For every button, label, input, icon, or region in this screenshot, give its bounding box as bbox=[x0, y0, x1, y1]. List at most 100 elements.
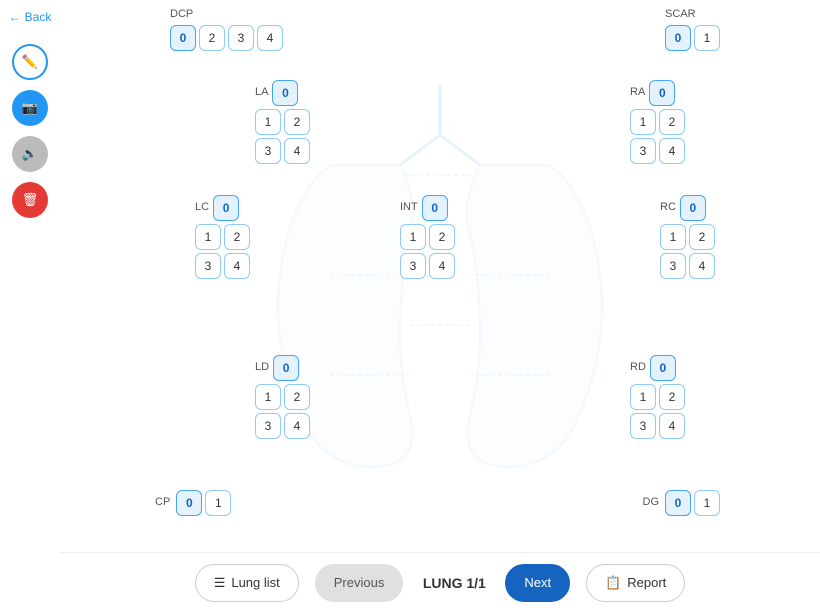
dg-label: DG bbox=[643, 496, 660, 508]
report-label: Report bbox=[627, 575, 666, 590]
rc-label: RC bbox=[660, 201, 676, 213]
previous-button[interactable]: Previous bbox=[315, 564, 404, 602]
rd-btn-3[interactable]: 3 bbox=[630, 413, 656, 439]
ld-row-34: 3 4 bbox=[255, 413, 310, 439]
ra-btn-4[interactable]: 4 bbox=[659, 138, 685, 164]
next-button[interactable]: Next bbox=[505, 564, 570, 602]
delete-icon: 🗑 bbox=[22, 192, 39, 208]
camera-button[interactable]: 📷 bbox=[12, 90, 48, 126]
rc-btn-4[interactable]: 4 bbox=[689, 253, 715, 279]
la-btn-1[interactable]: 1 bbox=[255, 109, 281, 135]
la-row-12: 1 2 bbox=[255, 109, 310, 135]
int-btn-0[interactable]: 0 bbox=[422, 195, 448, 221]
audio-button[interactable]: 🔊 bbox=[12, 136, 48, 172]
camera-icon: 📷 bbox=[22, 100, 38, 116]
int-btn-1[interactable]: 1 bbox=[400, 224, 426, 250]
rc-row-34: 3 4 bbox=[660, 253, 715, 279]
report-button[interactable]: 📋 Report bbox=[586, 564, 685, 602]
rc-btn-0[interactable]: 0 bbox=[680, 195, 706, 221]
lc-btn-1[interactable]: 1 bbox=[195, 224, 221, 250]
la-label: LA bbox=[255, 86, 268, 98]
ra-btn-2[interactable]: 2 bbox=[659, 109, 685, 135]
scar-btn-0[interactable]: 0 bbox=[665, 25, 691, 51]
dcp-btn-3[interactable]: 3 bbox=[228, 25, 254, 51]
lc-label: LC bbox=[195, 201, 209, 213]
scar-control: SCAR 0 1 bbox=[665, 8, 720, 51]
dg-btn-0[interactable]: 0 bbox=[665, 490, 691, 516]
rd-btn-2[interactable]: 2 bbox=[659, 384, 685, 410]
rd-btn-4[interactable]: 4 bbox=[659, 413, 685, 439]
la-control: LA 0 1 2 3 4 bbox=[255, 80, 310, 164]
next-label: Next bbox=[524, 575, 551, 590]
int-btn-2[interactable]: 2 bbox=[429, 224, 455, 250]
la-btn-0[interactable]: 0 bbox=[272, 80, 298, 106]
rd-btn-0[interactable]: 0 bbox=[650, 355, 676, 381]
sidebar: ← Back ✏️ 📷 🔊 🗑 bbox=[0, 0, 60, 612]
ld-btn-4[interactable]: 4 bbox=[284, 413, 310, 439]
la-btn-3[interactable]: 3 bbox=[255, 138, 281, 164]
report-icon: 📋 bbox=[605, 575, 621, 591]
ld-btn-1[interactable]: 1 bbox=[255, 384, 281, 410]
dcp-control: DCP 0 2 3 4 bbox=[170, 8, 283, 51]
back-button[interactable]: ← Back bbox=[9, 10, 52, 24]
lc-row-34: 3 4 bbox=[195, 253, 250, 279]
rc-row-12: 1 2 bbox=[660, 224, 715, 250]
main-content: DCP 0 2 3 4 SCAR 0 1 LA 0 1 2 3 4 bbox=[60, 0, 820, 612]
ld-row-12: 1 2 bbox=[255, 384, 310, 410]
back-arrow-icon: ← bbox=[9, 10, 21, 24]
rd-label: RD bbox=[630, 361, 646, 373]
rc-btn-2[interactable]: 2 bbox=[689, 224, 715, 250]
rc-btn-3[interactable]: 3 bbox=[660, 253, 686, 279]
dcp-btn-2[interactable]: 2 bbox=[199, 25, 225, 51]
ld-label: LD bbox=[255, 361, 269, 373]
rd-btn-1[interactable]: 1 bbox=[630, 384, 656, 410]
previous-label: Previous bbox=[334, 575, 385, 590]
dcp-row: 0 2 3 4 bbox=[170, 25, 283, 51]
lc-btn-0[interactable]: 0 bbox=[213, 195, 239, 221]
rc-btn-1[interactable]: 1 bbox=[660, 224, 686, 250]
cp-row: 0 1 bbox=[176, 490, 231, 516]
ra-row-34: 3 4 bbox=[630, 138, 685, 164]
dcp-label: DCP bbox=[170, 8, 283, 20]
dg-row: 0 1 bbox=[665, 490, 720, 516]
la-btn-4[interactable]: 4 bbox=[284, 138, 310, 164]
ra-control: RA 0 1 2 3 4 bbox=[630, 80, 685, 164]
lc-row-12: 1 2 bbox=[195, 224, 250, 250]
audio-icon: 🔊 bbox=[22, 146, 38, 162]
list-icon: ☰ bbox=[214, 575, 226, 591]
ld-btn-0[interactable]: 0 bbox=[273, 355, 299, 381]
lc-control: LC 0 1 2 3 4 bbox=[195, 195, 250, 279]
dcp-btn-4[interactable]: 4 bbox=[257, 25, 283, 51]
ra-btn-0[interactable]: 0 bbox=[649, 80, 675, 106]
int-btn-4[interactable]: 4 bbox=[429, 253, 455, 279]
dg-control: DG 0 1 bbox=[643, 490, 721, 516]
bottom-navigation: ☰ Lung list Previous LUNG 1/1 Next 📋 Rep… bbox=[60, 552, 820, 612]
cp-control: CP 0 1 bbox=[155, 490, 231, 516]
dcp-btn-0[interactable]: 0 bbox=[170, 25, 196, 51]
cp-btn-1[interactable]: 1 bbox=[205, 490, 231, 516]
lc-btn-3[interactable]: 3 bbox=[195, 253, 221, 279]
cp-btn-0[interactable]: 0 bbox=[176, 490, 202, 516]
ra-btn-1[interactable]: 1 bbox=[630, 109, 656, 135]
edit-icon: ✏️ bbox=[22, 54, 38, 70]
la-btn-2[interactable]: 2 bbox=[284, 109, 310, 135]
lung-list-button[interactable]: ☰ Lung list bbox=[195, 564, 299, 602]
scar-label: SCAR bbox=[665, 8, 720, 20]
lc-btn-2[interactable]: 2 bbox=[224, 224, 250, 250]
ra-btn-3[interactable]: 3 bbox=[630, 138, 656, 164]
edit-button[interactable]: ✏️ bbox=[12, 44, 48, 80]
scar-btn-1[interactable]: 1 bbox=[694, 25, 720, 51]
rd-control: RD 0 1 2 3 4 bbox=[630, 355, 685, 439]
rd-row-12: 1 2 bbox=[630, 384, 685, 410]
int-btn-3[interactable]: 3 bbox=[400, 253, 426, 279]
int-control: INT 0 1 2 3 4 bbox=[400, 195, 455, 279]
delete-button[interactable]: 🗑 bbox=[12, 182, 48, 218]
back-label: Back bbox=[25, 10, 52, 24]
ld-control: LD 0 1 2 3 4 bbox=[255, 355, 310, 439]
ld-btn-3[interactable]: 3 bbox=[255, 413, 281, 439]
ld-btn-2[interactable]: 2 bbox=[284, 384, 310, 410]
dg-btn-1[interactable]: 1 bbox=[694, 490, 720, 516]
lung-list-label: Lung list bbox=[231, 575, 279, 590]
cp-label: CP bbox=[155, 496, 170, 508]
lc-btn-4[interactable]: 4 bbox=[224, 253, 250, 279]
